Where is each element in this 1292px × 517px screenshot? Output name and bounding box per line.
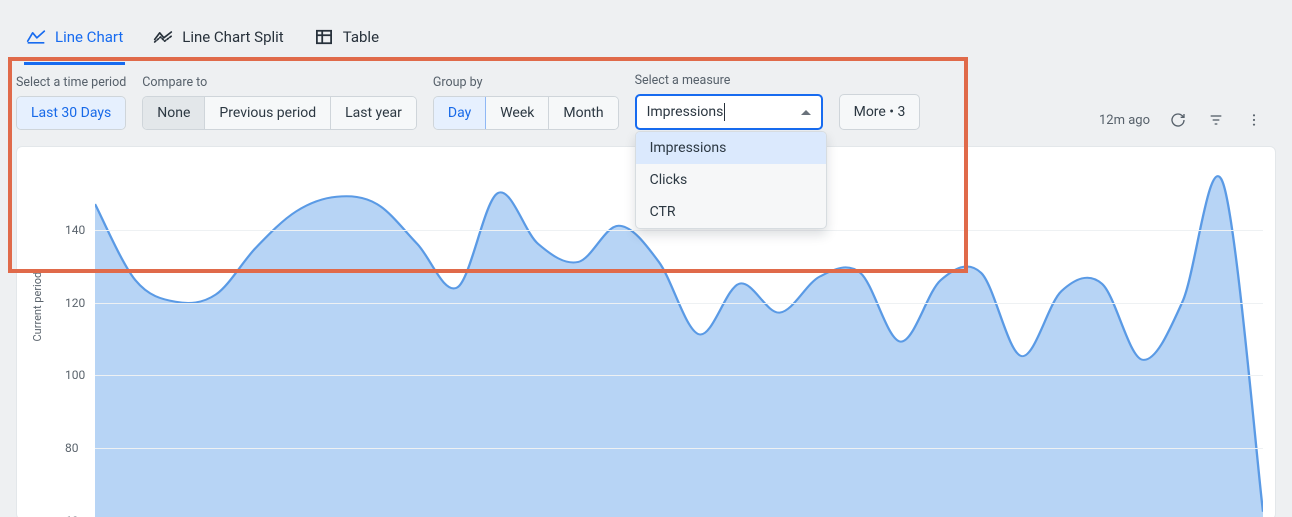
grid-line [95, 230, 1263, 231]
measure-dropdown: Impressions Clicks CTR [635, 131, 827, 229]
y-axis-label: Current period [31, 272, 44, 342]
groupby-week-button[interactable]: Week [486, 97, 549, 129]
compare-previous-button[interactable]: Previous period [205, 97, 331, 129]
refresh-icon[interactable] [1168, 110, 1188, 130]
view-tabs: Line Chart Line Chart Split Table [16, 0, 1276, 65]
group-by-group: Group by Day Week Month [433, 75, 619, 130]
tab-label: Line Chart [55, 28, 123, 46]
line-chart-split-icon [153, 29, 173, 45]
time-period-label: Select a time period [16, 75, 126, 90]
groupby-month-button[interactable]: Month [549, 97, 617, 129]
compare-to-group: Compare to None Previous period Last yea… [142, 75, 417, 130]
compare-none-button[interactable]: None [143, 97, 205, 129]
y-tick: 100 [65, 368, 85, 382]
time-period-group: Select a time period Last 30 Days [16, 75, 126, 130]
filter-icon[interactable] [1206, 110, 1226, 130]
tab-line-chart-split[interactable]: Line Chart Split [151, 22, 285, 65]
measure-option-clicks[interactable]: Clicks [636, 164, 826, 196]
kebab-menu-icon[interactable] [1244, 110, 1264, 130]
last-updated: 12m ago [1099, 113, 1150, 128]
compare-to-label: Compare to [142, 75, 417, 90]
measure-group: Select a measure Impressions Impressions… [635, 73, 823, 130]
grid-line [95, 375, 1263, 376]
table-icon [314, 29, 334, 45]
chevron-up-icon [801, 110, 811, 115]
tab-label: Line Chart Split [182, 28, 283, 46]
more-filters-button[interactable]: More • 3 [839, 94, 921, 130]
measure-option-impressions[interactable]: Impressions [636, 132, 826, 164]
group-by-label: Group by [433, 75, 619, 90]
tab-line-chart[interactable]: Line Chart [24, 22, 125, 65]
grid-line [95, 448, 1263, 449]
measure-value: Impressions [647, 103, 726, 121]
line-chart-icon [26, 29, 46, 45]
compare-lastyear-button[interactable]: Last year [331, 97, 416, 129]
y-tick: 120 [65, 296, 85, 310]
y-tick: 80 [65, 441, 79, 455]
tab-label: Table [343, 28, 379, 46]
time-period-button[interactable]: Last 30 Days [17, 97, 125, 129]
y-tick: 140 [65, 223, 85, 237]
measure-label: Select a measure [635, 73, 823, 88]
filter-bar: Select a time period Last 30 Days Compar… [16, 65, 1276, 142]
measure-select[interactable]: Impressions [635, 94, 823, 130]
grid-line [95, 303, 1263, 304]
groupby-day-button[interactable]: Day [434, 97, 486, 129]
more-group: . More • 3 [839, 73, 921, 130]
tab-table[interactable]: Table [312, 22, 381, 65]
measure-option-ctr[interactable]: CTR [636, 196, 826, 228]
